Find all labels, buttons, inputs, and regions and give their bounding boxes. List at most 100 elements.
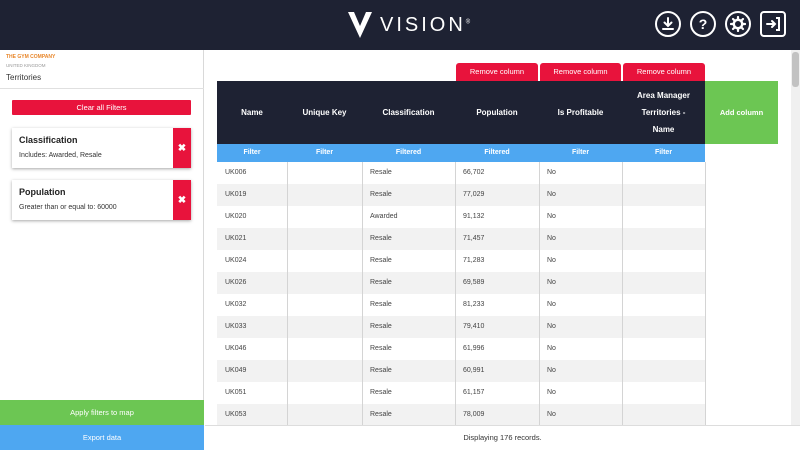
table-scrollbar[interactable] — [791, 50, 800, 425]
table-row[interactable]: UK053 Resale 78,009 No — [217, 404, 705, 425]
cell-population: 69,589 — [463, 279, 485, 286]
column-header-area-manager[interactable]: Area Manager Territories - Name — [622, 81, 705, 144]
app-header: VISION® ? — [0, 0, 800, 50]
scrollbar-thumb[interactable] — [792, 52, 799, 87]
column-filter-unique-key[interactable]: Filter — [287, 144, 362, 162]
cell-unique-key — [287, 404, 362, 425]
cell-population: 61,157 — [463, 389, 485, 396]
column-divider — [287, 162, 288, 425]
filter-card-description: Includes: Awarded, Resale — [19, 152, 102, 159]
table-row[interactable]: UK021 Resale 71,457 No — [217, 228, 705, 250]
cell-population: 71,283 — [463, 257, 485, 264]
column-filter-is-profitable[interactable]: Filter — [539, 144, 622, 162]
column-divider — [539, 162, 540, 425]
vision-logo: VISION® — [348, 10, 470, 40]
cell-is-profitable: No — [547, 279, 556, 286]
filter-card-population[interactable]: Population Greater than or equal to: 600… — [12, 180, 191, 220]
table-row[interactable]: UK026 Resale 69,589 No — [217, 272, 705, 294]
column-header-classification[interactable]: Classification — [362, 81, 455, 144]
remove-column-button-is-profitable[interactable]: Remove column — [540, 63, 621, 81]
cell-unique-key — [287, 294, 362, 316]
cell-classification: Resale — [370, 235, 392, 242]
cell-area-manager — [622, 184, 705, 206]
cell-name: UK051 — [225, 389, 247, 396]
table-row[interactable]: UK046 Resale 61,996 No — [217, 338, 705, 360]
remove-column-button-population[interactable]: Remove column — [456, 63, 538, 81]
column-divider — [622, 162, 623, 425]
table-row[interactable]: UK032 Resale 81,233 No — [217, 294, 705, 316]
column-header-unique-key[interactable]: Unique Key — [287, 81, 362, 144]
cell-classification: Resale — [370, 411, 392, 418]
column-header-name[interactable]: Name — [217, 81, 287, 144]
filter-card-title: Classification — [19, 135, 78, 145]
cell-population: 81,233 — [463, 301, 485, 308]
help-icon[interactable]: ? — [690, 11, 716, 37]
table-row[interactable]: UK019 Resale 77,029 No — [217, 184, 705, 206]
table-row[interactable]: UK020 Awarded 91,132 No — [217, 206, 705, 228]
cell-area-manager — [622, 162, 705, 184]
filter-card-classification[interactable]: Classification Includes: Awarded, Resale… — [12, 128, 191, 168]
cell-classification: Resale — [370, 389, 392, 396]
remove-filter-icon[interactable]: ✖ — [173, 128, 191, 168]
cell-is-profitable: No — [547, 235, 556, 242]
cell-name: UK046 — [225, 345, 247, 352]
apply-filters-button[interactable]: Apply filters to map — [0, 400, 204, 425]
cell-unique-key — [287, 206, 362, 228]
gear-icon[interactable] — [725, 11, 751, 37]
logout-icon[interactable] — [760, 11, 786, 37]
table-row[interactable]: UK051 Resale 61,157 No — [217, 382, 705, 404]
cell-unique-key — [287, 228, 362, 250]
cell-is-profitable: No — [547, 257, 556, 264]
cell-name: UK033 — [225, 323, 247, 330]
cell-is-profitable: No — [547, 213, 556, 220]
filter-card-title: Population — [19, 187, 66, 197]
cell-classification: Resale — [370, 257, 392, 264]
cell-unique-key — [287, 382, 362, 404]
cell-unique-key — [287, 360, 362, 382]
table-row[interactable]: UK033 Resale 79,410 No — [217, 316, 705, 338]
clear-all-filters-button[interactable]: Clear all Filters — [12, 100, 191, 115]
cell-population: 77,029 — [463, 191, 485, 198]
column-filter-classification[interactable]: Filtered — [362, 144, 455, 162]
filter-row: Filter Filter Filtered Filtered Filter F… — [217, 144, 705, 162]
column-filter-name[interactable]: Filter — [217, 144, 287, 162]
cell-unique-key — [287, 162, 362, 184]
table-row[interactable]: UK024 Resale 71,283 No — [217, 250, 705, 272]
cell-area-manager — [622, 382, 705, 404]
column-filter-population[interactable]: Filtered — [455, 144, 539, 162]
cell-classification: Resale — [370, 191, 392, 198]
cell-population: 78,009 — [463, 411, 485, 418]
cell-population: 71,457 — [463, 235, 485, 242]
cell-is-profitable: No — [547, 191, 556, 198]
country-name: UNITED KINGDOM — [6, 63, 46, 68]
cell-name: UK019 — [225, 191, 247, 198]
column-header-is-profitable[interactable]: Is Profitable — [539, 81, 622, 144]
cell-classification: Resale — [370, 301, 392, 308]
cell-population: 61,996 — [463, 345, 485, 352]
cell-area-manager — [622, 228, 705, 250]
cell-name: UK032 — [225, 301, 247, 308]
column-filter-area-manager[interactable]: Filter — [622, 144, 705, 162]
cell-unique-key — [287, 272, 362, 294]
add-column-button[interactable]: Add column — [705, 81, 778, 144]
remove-column-button-area-manager[interactable]: Remove column — [623, 63, 705, 81]
cell-unique-key — [287, 250, 362, 272]
column-header-population[interactable]: Population — [455, 81, 539, 144]
cell-population: 91,132 — [463, 213, 485, 220]
cell-name: UK020 — [225, 213, 247, 220]
cell-area-manager — [622, 360, 705, 382]
company-name: THE GYM COMPANY — [6, 54, 56, 60]
header-actions: ? — [655, 11, 786, 37]
export-data-button[interactable]: Export data — [0, 425, 204, 450]
data-table-panel: Remove column Remove column Remove colum… — [205, 50, 800, 450]
table-row[interactable]: UK006 Resale 66,702 No — [217, 162, 705, 184]
remove-filter-icon[interactable]: ✖ — [173, 180, 191, 220]
cell-unique-key — [287, 184, 362, 206]
cell-classification: Resale — [370, 345, 392, 352]
download-icon[interactable] — [655, 11, 681, 37]
help-glyph: ? — [698, 16, 708, 32]
cell-name: UK006 — [225, 169, 247, 176]
cell-classification: Resale — [370, 323, 392, 330]
cell-classification: Resale — [370, 367, 392, 374]
table-row[interactable]: UK049 Resale 60,991 No — [217, 360, 705, 382]
